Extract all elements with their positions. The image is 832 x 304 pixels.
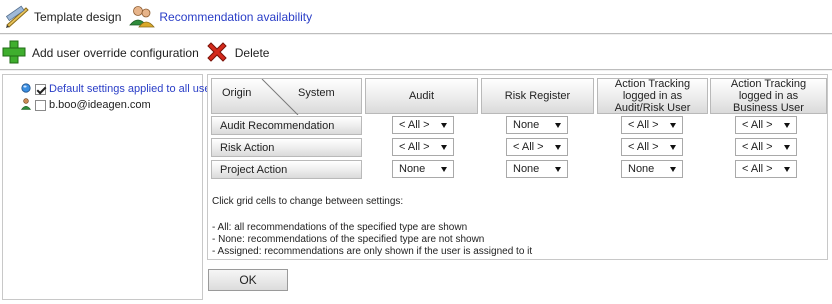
chevron-down-icon (784, 123, 790, 128)
globe-icon (21, 82, 31, 96)
user-tree-panel: Default settings applied to all users b.… (2, 74, 220, 300)
grid-select-project-action-audit[interactable]: None (392, 160, 454, 178)
recommendation-availability-button[interactable]: Recommendation availability (129, 3, 312, 32)
availability-grid-panel: Origin System Audit Risk Register Action… (207, 74, 828, 260)
add-override-label: Add user override configuration (32, 46, 199, 60)
plus-icon (2, 40, 26, 67)
grid-select-audit-rec-audit[interactable]: < All > (392, 116, 454, 134)
tree-item-default[interactable]: Default settings applied to all users (21, 81, 220, 97)
grid-select-risk-action-risk[interactable]: < All > (506, 138, 568, 156)
column-header-risk-register: Risk Register (481, 78, 594, 114)
ok-button[interactable]: OK (208, 269, 288, 291)
help-line-none: - None: recommendations of the specified… (212, 234, 485, 245)
user-email-label: b.boo@ideagen.com (49, 99, 151, 111)
grid-select-risk-action-at-business[interactable]: < All > (735, 138, 797, 156)
default-settings-label: Default settings applied to all users (49, 83, 220, 95)
help-line-assigned: - Assigned: recommendations are only sho… (212, 246, 533, 257)
row-header-project-action[interactable]: Project Action (211, 160, 362, 179)
grid-select-risk-action-audit[interactable]: < All > (392, 138, 454, 156)
template-design-button[interactable]: Template design (4, 3, 121, 32)
grid-select-audit-rec-at-business[interactable]: < All > (735, 116, 797, 134)
toolbar-divider (0, 33, 832, 35)
chevron-down-icon (441, 145, 447, 150)
action-toolbar: Add user override configuration Delete (0, 36, 832, 70)
chevron-down-icon (555, 123, 561, 128)
grid-select-audit-rec-risk[interactable]: None (506, 116, 568, 134)
chevron-down-icon (555, 145, 561, 150)
recommendation-availability-label: Recommendation availability (159, 10, 313, 24)
user-override-checkbox[interactable] (35, 99, 46, 111)
chevron-down-icon (670, 145, 676, 150)
tree-item-user[interactable]: b.boo@ideagen.com (20, 97, 151, 113)
delete-button[interactable]: Delete (205, 40, 270, 67)
grid-select-audit-rec-at-audit[interactable]: < All > (621, 116, 683, 134)
row-header-audit-recommendation[interactable]: Audit Recommendation (211, 116, 362, 135)
grid-select-project-action-at-business[interactable]: < All > (735, 160, 797, 178)
default-settings-checkbox[interactable] (35, 83, 46, 95)
chevron-down-icon (441, 167, 447, 172)
chevron-down-icon (670, 123, 676, 128)
column-header-action-tracking-business: Action Tracking logged in as Business Us… (710, 78, 827, 114)
delete-label: Delete (234, 46, 270, 60)
help-line-all: - All: all recommendations of the specif… (212, 222, 468, 233)
column-header-action-tracking-audit: Action Tracking logged in as Audit/Risk … (597, 78, 708, 114)
help-intro: Click grid cells to change between setti… (212, 196, 404, 207)
top-toolbar: Template design Recommendation availabil… (0, 0, 832, 34)
grid-corner-header: Origin System (211, 78, 362, 115)
row-header-risk-action[interactable]: Risk Action (211, 138, 362, 157)
chevron-down-icon (670, 167, 676, 172)
delete-x-icon (205, 40, 229, 67)
chevron-down-icon (784, 167, 790, 172)
toolbar-divider-2 (0, 69, 832, 71)
corner-origin-label: Origin (222, 87, 252, 99)
add-override-button[interactable]: Add user override configuration (2, 40, 199, 67)
chevron-down-icon (441, 123, 447, 128)
chevron-down-icon (784, 145, 790, 150)
pencil-ruler-icon (4, 3, 30, 32)
column-header-audit: Audit (365, 78, 478, 114)
corner-system-label: System (298, 87, 335, 99)
grid-select-risk-action-at-audit[interactable]: < All > (621, 138, 683, 156)
template-design-label: Template design (34, 10, 122, 24)
user-icon (20, 97, 32, 113)
users-icon (129, 3, 156, 32)
grid-select-project-action-risk[interactable]: None (506, 160, 568, 178)
grid-select-project-action-at-audit[interactable]: None (621, 160, 683, 178)
chevron-down-icon (555, 167, 561, 172)
